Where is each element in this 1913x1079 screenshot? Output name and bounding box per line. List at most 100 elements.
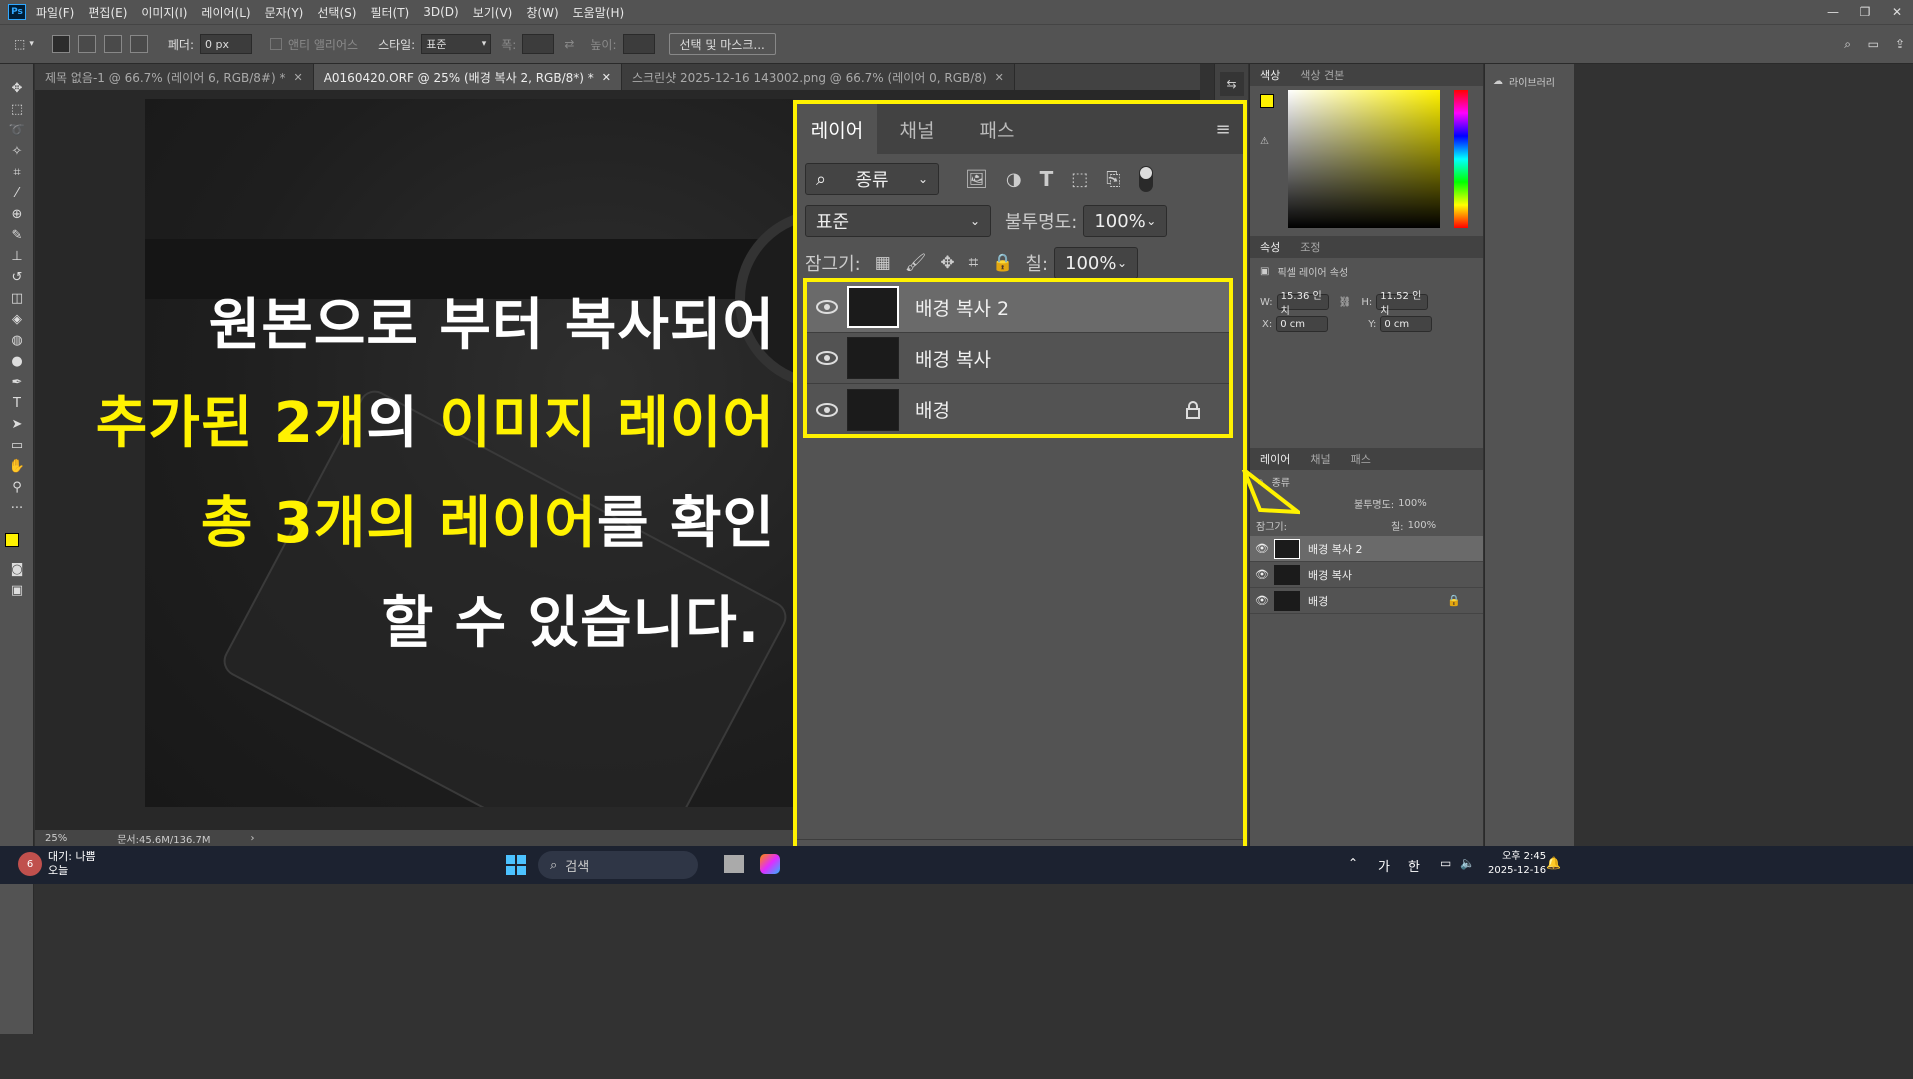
marquee-tool-icon[interactable]: ⬚ <box>14 37 25 51</box>
magic-wand-tool-icon[interactable]: ✧ <box>0 141 34 162</box>
filter-toggle[interactable] <box>1138 166 1153 192</box>
eye-icon[interactable] <box>807 402 847 417</box>
antialias-checkbox[interactable] <box>270 38 282 50</box>
paint-bucket-icon[interactable]: ◈ <box>0 309 34 330</box>
height-input[interactable] <box>622 34 655 54</box>
libraries-button[interactable]: ☁ 라이브러리 <box>1485 64 1574 99</box>
menu-image[interactable]: 이미지(I) <box>141 4 187 21</box>
subtract-selection-button[interactable] <box>103 35 122 53</box>
share-icon[interactable]: ⇪ <box>1895 37 1905 51</box>
intersect-selection-button[interactable] <box>129 35 148 53</box>
add-selection-button[interactable] <box>77 35 96 53</box>
dodge-tool-icon[interactable]: ● <box>0 351 34 372</box>
lock-paint-icon[interactable]: 🖌 <box>905 253 927 273</box>
close-icon[interactable]: ✕ <box>293 71 302 84</box>
close-icon[interactable]: ✕ <box>1881 0 1913 24</box>
lock-icon[interactable]: 🔒 <box>1447 594 1461 607</box>
crop-tool-icon[interactable]: ⌗ <box>0 162 34 183</box>
layer-row[interactable]: 배경 복사 <box>807 333 1229 384</box>
workspace-icon[interactable]: ▭ <box>1868 37 1879 51</box>
chevron-down-icon[interactable]: ▾ <box>29 39 34 49</box>
lock-all-icon[interactable]: 🔒 <box>992 253 1013 273</box>
lock-artboard-icon[interactable]: ⌗ <box>969 253 979 273</box>
path-select-icon[interactable]: ➤ <box>0 414 34 435</box>
layer-row[interactable]: 배경 <box>807 384 1229 435</box>
tab-channels[interactable]: 채널 <box>877 104 957 154</box>
foreground-color-swatch[interactable] <box>5 533 19 547</box>
image-filter-icon[interactable]: 🖼 <box>965 169 988 190</box>
w-input[interactable]: 15.36 인치 <box>1276 291 1329 317</box>
eye-icon[interactable]: 👁 <box>1250 568 1274 581</box>
lock-icon[interactable] <box>1185 400 1201 419</box>
type-tool-icon[interactable]: T <box>0 393 34 414</box>
stamp-tool-icon[interactable]: ⊥ <box>0 246 34 267</box>
y-input[interactable]: 0 cm <box>1380 316 1433 332</box>
rectangle-tool-icon[interactable]: ▭ <box>0 435 34 456</box>
eye-icon[interactable]: 👁 <box>1250 594 1274 607</box>
tab-layers[interactable]: 레이어 <box>797 104 877 154</box>
blur-tool-icon[interactable]: ◍ <box>0 330 34 351</box>
hand-tool-icon[interactable]: ✋ <box>0 456 34 477</box>
history-panel-icon[interactable]: ⇆ <box>1219 72 1244 96</box>
tab-adjustments[interactable]: 조정 <box>1290 239 1330 255</box>
taskbar-search[interactable]: ⌕ 검색 <box>538 851 698 879</box>
layer-row[interactable]: 배경 복사 2 <box>807 282 1229 333</box>
tab-layers[interactable]: 레이어 <box>1250 451 1300 467</box>
color-field[interactable] <box>1288 90 1440 228</box>
network-icon[interactable]: ▭ <box>1440 856 1451 870</box>
layer-row[interactable]: 👁 배경 복사 <box>1250 562 1483 588</box>
x-input[interactable]: 0 cm <box>1276 316 1329 332</box>
lasso-tool-icon[interactable]: ➰ <box>0 120 34 141</box>
type-filter-icon[interactable]: T <box>1040 167 1054 191</box>
menu-edit[interactable]: 편집(E) <box>88 4 127 21</box>
width-input[interactable] <box>522 34 555 54</box>
weather-widget[interactable]: 대기: 나쁨 오늘 <box>48 850 96 878</box>
feather-input[interactable]: 0 px <box>200 34 252 54</box>
history-brush-icon[interactable]: ↺ <box>0 267 34 288</box>
copilot-icon[interactable] <box>760 854 780 874</box>
menu-filter[interactable]: 필터(T) <box>370 4 409 21</box>
menu-view[interactable]: 보기(V) <box>473 4 513 21</box>
screen-mode-icon[interactable]: ▣ <box>0 580 34 601</box>
marquee-tool-icon[interactable]: ⬚ <box>0 99 34 120</box>
chevron-up-icon[interactable]: ⌃ <box>1348 856 1358 870</box>
menu-3d[interactable]: 3D(D) <box>423 5 458 19</box>
notification-icon[interactable]: 🔔 <box>1546 856 1561 870</box>
h-input[interactable]: 11.52 인치 <box>1376 291 1429 317</box>
eye-icon[interactable]: 👁 <box>1250 542 1274 555</box>
clock[interactable]: 오후 2:45 2025-12-16 <box>1488 850 1546 878</box>
more-tools-icon[interactable]: ··· <box>0 498 34 519</box>
restore-icon[interactable]: ❐ <box>1849 0 1881 24</box>
tab-properties[interactable]: 속성 <box>1250 239 1290 255</box>
minimize-icon[interactable]: — <box>1817 0 1849 24</box>
opacity-input[interactable]: 100% ⌄ <box>1083 205 1168 237</box>
eye-icon[interactable] <box>807 300 847 314</box>
menu-file[interactable]: 파일(F) <box>36 4 74 21</box>
weather-icon[interactable]: 6 <box>18 852 42 876</box>
tab-document-1[interactable]: 제목 없음-1 @ 66.7% (레이어 6, RGB/8#) * ✕ <box>35 64 314 90</box>
layer-row[interactable]: 👁 배경 복사 2 <box>1250 536 1483 562</box>
close-icon[interactable]: ✕ <box>995 71 1004 84</box>
link-icon[interactable]: ⛓ <box>1339 297 1352 308</box>
blend-mode-select[interactable]: 표준 ⌄ <box>805 205 991 237</box>
shape-filter-icon[interactable]: ⬚ <box>1071 169 1088 190</box>
menu-type[interactable]: 문자(Y) <box>265 4 304 21</box>
healing-tool-icon[interactable]: ⊕ <box>0 204 34 225</box>
eraser-tool-icon[interactable]: ◫ <box>0 288 34 309</box>
opacity-value[interactable]: 100% <box>1398 498 1427 509</box>
chevron-right-icon[interactable]: › <box>251 833 255 844</box>
quick-mask-icon[interactable]: ◙ <box>0 559 34 580</box>
task-view-icon[interactable] <box>724 855 744 873</box>
start-icon[interactable] <box>506 855 526 875</box>
menu-layer[interactable]: 레이어(L) <box>201 4 250 21</box>
menu-help[interactable]: 도움말(H) <box>573 4 625 21</box>
tab-color[interactable]: 색상 <box>1250 67 1290 83</box>
select-and-mask-button[interactable]: 선택 및 마스크... <box>668 33 776 55</box>
zoom-tool-icon[interactable]: ⚲ <box>0 477 34 498</box>
menu-select[interactable]: 선택(S) <box>317 4 356 21</box>
zoom-level[interactable]: 25% <box>45 833 67 844</box>
close-icon[interactable]: ✕ <box>602 71 611 84</box>
filter-select[interactable]: ⌕ 종류 ⌄ <box>805 163 939 195</box>
fill-value[interactable]: 100% <box>1408 520 1437 531</box>
lock-transparency-icon[interactable]: ▦ <box>875 253 891 273</box>
